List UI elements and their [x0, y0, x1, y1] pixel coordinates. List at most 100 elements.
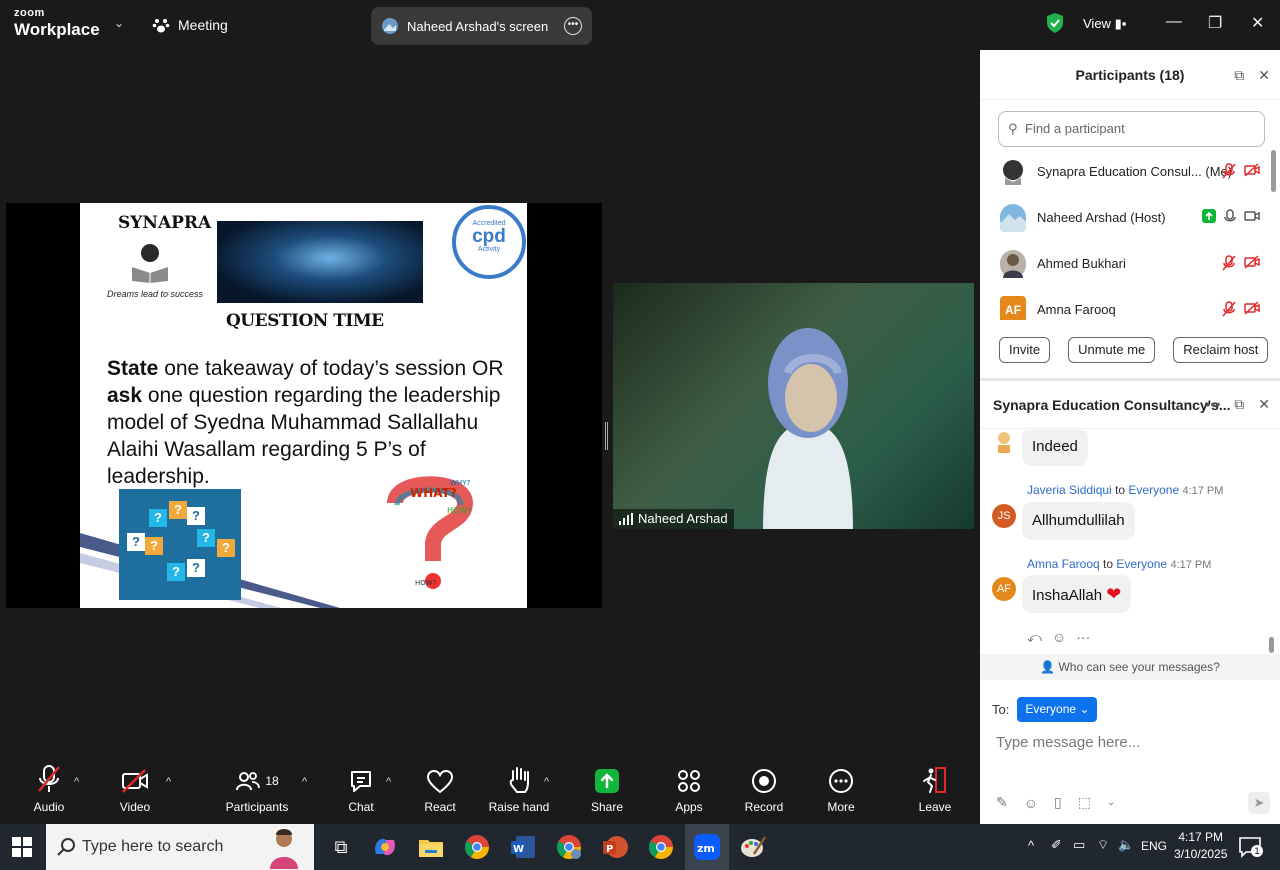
video-button[interactable]: Video	[112, 758, 158, 824]
video-options-caret[interactable]: ^	[166, 776, 171, 788]
view-button[interactable]: View ▮▪	[1083, 16, 1126, 32]
mic-muted-icon[interactable]	[1222, 163, 1236, 179]
video-off-icon[interactable]	[1244, 255, 1260, 269]
more-button[interactable]: More	[820, 758, 862, 824]
share-button[interactable]: Share	[586, 758, 628, 824]
meeting-menu[interactable]: Meeting	[152, 16, 228, 34]
raise-hand-options-caret[interactable]: ^	[544, 776, 549, 788]
powerpoint-icon[interactable]: P	[600, 832, 630, 862]
invite-button[interactable]: Invite	[999, 337, 1051, 363]
shared-slide: SYNAPRA Dreams lead to success Accredite…	[80, 203, 527, 608]
participants-button[interactable]: 18 Participants	[224, 758, 290, 824]
tray-volume-icon[interactable]: 🔈	[1118, 837, 1134, 853]
tray-battery-icon[interactable]: ▭	[1073, 837, 1085, 853]
calligraphy-banner-image	[217, 221, 423, 303]
video-label: Video	[119, 800, 151, 814]
zoom-app-icon[interactable]: zm	[692, 832, 722, 862]
chat-input[interactable]: Type message here...	[996, 734, 1140, 751]
tools-caret-icon[interactable]: ⌄	[1107, 797, 1115, 808]
participant-search-input[interactable]: ⚲ Find a participant	[998, 111, 1265, 147]
chat-options-caret[interactable]: ^	[386, 776, 391, 788]
notification-center-icon[interactable]: 1	[1238, 836, 1263, 863]
apps-button[interactable]: Apps	[668, 758, 710, 824]
task-view-icon[interactable]: ⧉	[326, 832, 356, 862]
popout-icon[interactable]: ⧉	[1234, 67, 1244, 84]
close-icon[interactable]: ✕	[1251, 13, 1264, 33]
chrome-profile-icon[interactable]	[554, 832, 584, 862]
audio-button[interactable]: Audio	[26, 758, 72, 824]
mic-icon[interactable]	[1224, 209, 1236, 225]
mic-muted-icon	[38, 765, 60, 792]
message-more-icon[interactable]: ···	[1076, 629, 1090, 646]
participant-row[interactable]: Synapra Education Consul... (Me)	[980, 150, 1270, 196]
message-sender: Amna Farooq	[1027, 557, 1100, 571]
tray-overflow-icon[interactable]: ^	[1028, 838, 1034, 853]
minimize-icon[interactable]: —	[1166, 13, 1182, 31]
message-recipient: Everyone	[1116, 557, 1168, 571]
close-panel-icon[interactable]: ✕	[1258, 67, 1270, 84]
slide-line-1: one takeaway of today’s session OR	[158, 357, 504, 380]
chat-popout-icon[interactable]: ⧉	[1234, 396, 1244, 413]
tray-language[interactable]: ENG	[1141, 839, 1167, 853]
video-off-icon[interactable]	[1244, 301, 1260, 315]
tray-clock[interactable]: 4:17 PM 3/10/2025	[1174, 829, 1227, 863]
chat-more-icon[interactable]: •••	[1206, 396, 1221, 413]
participant-video-feed	[763, 328, 853, 529]
chrome-icon[interactable]	[462, 832, 492, 862]
chevron-down-icon[interactable]: ⌄	[114, 16, 124, 30]
screenshot-icon[interactable]: ⬚	[1078, 794, 1091, 811]
file-explorer-icon[interactable]	[416, 832, 446, 862]
participants-count: 18	[265, 774, 279, 788]
participants-scrollbar[interactable]	[1271, 150, 1276, 192]
video-name-tag: Naheed Arshad	[613, 509, 734, 529]
send-button[interactable]: ➤	[1248, 792, 1270, 814]
copilot-icon[interactable]	[370, 832, 400, 862]
security-shield-icon[interactable]	[1046, 12, 1064, 34]
split-resize-handle[interactable]	[605, 422, 608, 450]
file-icon[interactable]: ▯	[1054, 794, 1062, 811]
react-button[interactable]: React	[418, 758, 462, 824]
add-reaction-icon[interactable]: ☺	[1052, 629, 1066, 646]
raise-hand-button[interactable]: Raise hand	[488, 758, 550, 824]
participants-options-caret[interactable]: ^	[302, 776, 307, 788]
chat-scrollbar[interactable]	[1269, 637, 1274, 653]
reclaim-host-button[interactable]: Reclaim host	[1173, 337, 1269, 363]
leave-button[interactable]: Leave	[914, 758, 956, 824]
paint-app-icon[interactable]	[738, 832, 768, 862]
shared-screen-pill[interactable]: Naheed Arshad's screen •••	[371, 7, 592, 45]
video-icon[interactable]	[1244, 209, 1260, 223]
taskbar-search-input[interactable]: Type here to search	[46, 824, 314, 870]
participant-row[interactable]: Naheed Arshad (Host)	[980, 196, 1270, 242]
word-icon[interactable]: W	[508, 832, 538, 862]
tray-pen-icon[interactable]: ✐	[1051, 837, 1062, 853]
more-options-icon[interactable]: •••	[564, 17, 582, 35]
message-visibility-info[interactable]: 👤 Who can see your messages?	[980, 654, 1280, 680]
participant-video-tile[interactable]	[613, 283, 974, 529]
chrome-second-icon[interactable]	[646, 832, 676, 862]
svg-text:WHY?: WHY?	[450, 479, 470, 487]
participant-row[interactable]: AF Amna Farooq	[980, 288, 1270, 320]
chat-message-bubble: Indeed	[1022, 430, 1088, 466]
audio-options-caret[interactable]: ^	[74, 776, 79, 788]
restore-icon[interactable]: ❐	[1208, 13, 1222, 33]
chat-title: Synapra Education Consultancy's...	[993, 397, 1231, 413]
unmute-me-button[interactable]: Unmute me	[1068, 337, 1156, 363]
windows-start-icon[interactable]	[12, 837, 32, 857]
chat-close-icon[interactable]: ✕	[1258, 396, 1270, 413]
recipient-value: Everyone	[1025, 702, 1077, 716]
reply-icon[interactable]: ⤺	[1027, 629, 1042, 646]
synapra-logo-icon	[132, 244, 168, 283]
video-off-icon[interactable]	[1244, 163, 1260, 177]
format-icon[interactable]: ✎	[996, 794, 1008, 811]
shared-screen-label: Naheed Arshad's screen	[407, 18, 549, 34]
view-label: View	[1083, 16, 1111, 31]
emoji-icon[interactable]: ☺	[1024, 795, 1038, 811]
recipient-select[interactable]: Everyone ⌄	[1017, 697, 1098, 722]
chat-button[interactable]: Chat	[340, 758, 382, 824]
cpd-main-text: cpd	[472, 226, 506, 247]
mic-muted-icon[interactable]	[1222, 301, 1236, 317]
participant-row[interactable]: Ahmed Bukhari	[980, 242, 1270, 288]
mic-muted-icon[interactable]	[1222, 255, 1236, 271]
record-button[interactable]: Record	[742, 758, 786, 824]
tray-wifi-icon[interactable]: ⌔	[1097, 837, 1109, 853]
